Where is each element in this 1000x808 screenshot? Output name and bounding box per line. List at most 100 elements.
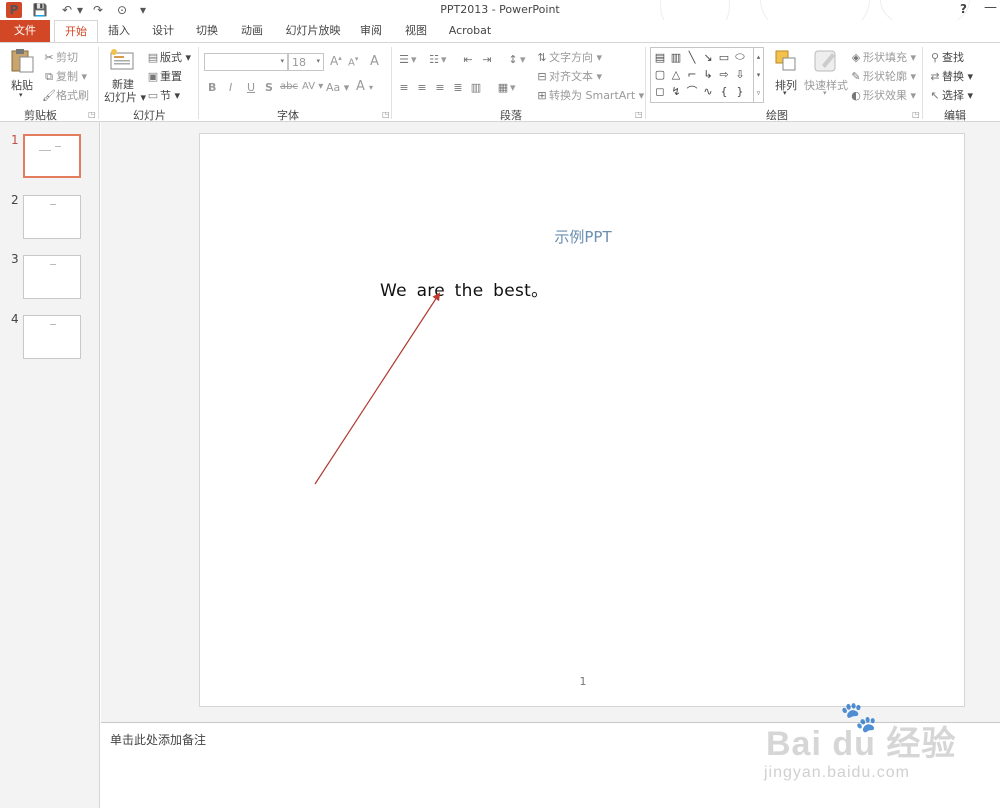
flowchart-shape-icon[interactable]: ◻ [653, 84, 667, 98]
elbow-arrow-shape-icon[interactable]: ↳ [701, 67, 715, 81]
copy-button[interactable]: ⧉ 复制 ▾ [42, 68, 87, 84]
character-spacing-button[interactable]: AV ▾ [302, 81, 323, 92]
find-button[interactable]: ⚲ 查找 [928, 49, 964, 65]
shape-fill-button[interactable]: ◈ 形状填充 ▾ [849, 49, 916, 65]
decrease-indent-button[interactable]: ⇤ [461, 53, 475, 66]
slide-canvas[interactable]: 示例PPT We are the best。 1 [199, 133, 965, 707]
right-arrow-shape-icon[interactable]: ⇨ [717, 67, 731, 81]
arrow-line-shape-icon[interactable]: ↘ [701, 50, 715, 64]
shapes-gallery[interactable]: ▤ ▥ ╲ ↘ ▭ ⬭ ▢ △ ⌐ ↳ ⇨ ⇩ ◻ ↯ ⌒ ∿ { } ▴ ▾ … [650, 47, 764, 103]
triangle-shape-icon[interactable]: △ [669, 67, 683, 81]
quick-styles-dropdown-icon[interactable]: ▾ [823, 89, 827, 97]
bold-button[interactable]: B [208, 81, 216, 94]
paste-icon[interactable] [8, 47, 36, 73]
font-color-button[interactable]: A ▾ [356, 79, 373, 94]
clear-formatting-button[interactable]: A [370, 54, 379, 69]
increase-indent-button[interactable]: ⇥ [480, 53, 494, 66]
elbow-connector-shape-icon[interactable]: ⌐ [685, 67, 699, 81]
format-painter-button[interactable]: 🖌格式刷 [42, 87, 89, 103]
text-direction-button[interactable]: ⇅ 文字方向 ▾ [535, 49, 602, 65]
group-separator [922, 47, 923, 119]
align-left-button[interactable]: ≡ [397, 81, 411, 94]
section-button[interactable]: ▭ 节 ▾ [146, 87, 180, 103]
help-icon[interactable]: ? [960, 2, 967, 16]
curve-shape-icon[interactable]: ∿ [701, 84, 715, 98]
align-center-button[interactable]: ≡ [415, 81, 429, 94]
arc-shape-icon[interactable]: ⌒ [685, 84, 699, 98]
convert-smartart-button[interactable]: ⊞ 转换为 SmartArt ▾ [535, 87, 644, 103]
arrange-dropdown-icon[interactable]: ▾ [783, 89, 787, 97]
tab-review[interactable]: 审阅 [356, 20, 386, 42]
textbox-shape-icon[interactable]: ▤ [653, 50, 667, 64]
underline-button[interactable]: U [247, 81, 255, 94]
shape-outline-button[interactable]: ✎ 形状轮廓 ▾ [849, 68, 916, 84]
paragraph-launcher-icon[interactable]: ◳ [635, 110, 643, 119]
tab-transitions[interactable]: 切换 [192, 20, 222, 42]
shrink-font-button[interactable]: A▾ [348, 55, 358, 68]
right-brace-shape-icon[interactable]: } [733, 84, 747, 98]
reset-icon: ▣ [147, 70, 159, 83]
italic-button[interactable]: I [229, 81, 232, 94]
bullet-list-icon: ☰ [399, 53, 409, 66]
font-family-combo[interactable]: ▾ [204, 53, 288, 71]
font-launcher-icon[interactable]: ◳ [382, 110, 390, 119]
tab-slideshow[interactable]: 幻灯片放映 [282, 20, 344, 42]
tab-home[interactable]: 开始 [54, 20, 98, 43]
slide-body-text[interactable]: We are the best。 [380, 276, 548, 301]
title-bar: P 💾 ↶ ▾ ↷ ⊙ ▾ PPT2013 - PowerPoint ? — [0, 0, 1000, 40]
rounded-rect-shape-icon[interactable]: ▢ [653, 67, 667, 81]
tab-animations[interactable]: 动画 [237, 20, 267, 42]
shadow-button[interactable]: S [265, 81, 273, 94]
slide-thumbnail-2[interactable] [23, 195, 81, 239]
align-right-button[interactable]: ≡ [433, 81, 447, 94]
bullets-button[interactable]: ☰ ▾ [397, 53, 416, 66]
columns-button[interactable]: ▦ ▾ [496, 81, 516, 94]
change-case-button[interactable]: Aa ▾ [326, 81, 349, 94]
notes-pane[interactable]: 单击此处添加备注 [101, 722, 1000, 808]
slide-thumbnail-4[interactable] [23, 315, 81, 359]
arrange-icon[interactable] [772, 47, 800, 73]
ribbon-display-icon[interactable]: — [984, 0, 997, 15]
left-brace-shape-icon[interactable]: { [717, 84, 731, 98]
slide-thumbnail-3[interactable] [23, 255, 81, 299]
oval-shape-icon[interactable]: ⬭ [733, 50, 747, 64]
window-title: PPT2013 - PowerPoint [440, 3, 560, 16]
tab-insert[interactable]: 插入 [104, 20, 134, 42]
drawing-launcher-icon[interactable]: ◳ [912, 110, 920, 119]
line-spacing-button[interactable]: ↕ ▾ [506, 53, 525, 66]
tab-design[interactable]: 设计 [148, 20, 178, 42]
new-slide-button-line2[interactable]: 幻灯片 ▾ [104, 89, 146, 105]
paste-dropdown-icon[interactable]: ▾ [19, 91, 23, 99]
text-direction-icon: ⇅ [537, 51, 547, 64]
cut-button[interactable]: ✂ 剪切 [42, 49, 78, 65]
reset-button[interactable]: ▣ 重置 [146, 68, 182, 84]
tab-file[interactable]: 文件 [0, 20, 50, 42]
select-button[interactable]: ↖ 选择 ▾ [928, 87, 973, 103]
distributed-button[interactable]: ▥ [469, 81, 483, 94]
font-size-combo[interactable]: 18 ▾ [288, 53, 324, 71]
gallery-expand-icon[interactable]: ▿ [753, 84, 763, 103]
new-slide-icon[interactable] [108, 47, 136, 73]
lightning-shape-icon[interactable]: ↯ [669, 84, 683, 98]
shape-effects-button[interactable]: ◐ 形状效果 ▾ [849, 87, 916, 103]
slide-title[interactable]: 示例PPT [200, 226, 966, 247]
numbering-button[interactable]: ☷ ▾ [427, 53, 446, 66]
align-text-button[interactable]: ⊟ 对齐文本 ▾ [535, 68, 602, 84]
line-shape-icon[interactable]: ╲ [685, 50, 699, 64]
rectangle-shape-icon[interactable]: ▭ [717, 50, 731, 64]
quick-styles-icon[interactable] [812, 47, 840, 73]
gallery-scroll-down-icon[interactable]: ▾ [753, 66, 763, 84]
down-arrow-shape-icon[interactable]: ⇩ [733, 67, 747, 81]
slide-thumbnail-1[interactable] [23, 134, 81, 178]
tab-view[interactable]: 视图 [401, 20, 431, 42]
replace-button[interactable]: ⇄ 替换 ▾ [928, 68, 973, 84]
layout-button[interactable]: ▤ 版式 ▾ [146, 49, 191, 65]
strikethrough-button[interactable]: abc [280, 81, 298, 92]
vertical-textbox-shape-icon[interactable]: ▥ [669, 50, 683, 64]
gallery-scroll-up-icon[interactable]: ▴ [753, 48, 763, 66]
clipboard-launcher-icon[interactable]: ◳ [88, 110, 96, 119]
group-separator [645, 47, 646, 119]
justify-button[interactable]: ≣ [451, 81, 465, 94]
tab-acrobat[interactable]: Acrobat [446, 20, 494, 42]
grow-font-button[interactable]: A▴ [330, 54, 342, 68]
